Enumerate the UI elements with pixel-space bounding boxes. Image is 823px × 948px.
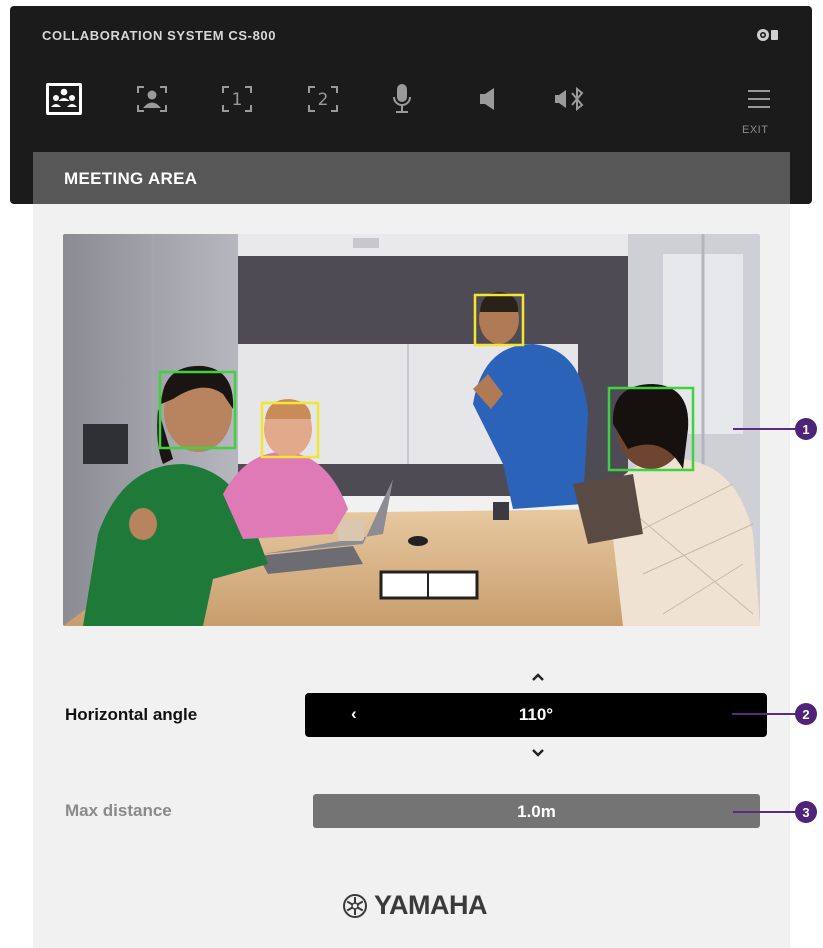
single-person-frame-icon xyxy=(137,86,167,112)
horizontal-angle-label: Horizontal angle xyxy=(65,705,198,724)
horizontal-angle-value: 110° xyxy=(518,705,554,724)
microphone-icon xyxy=(393,84,411,113)
callout-line-1 xyxy=(733,428,795,430)
frame-two-button[interactable]: 2 xyxy=(301,79,345,119)
horizontal-angle-selector[interactable]: ‹ 110° xyxy=(305,693,767,737)
panel-header: MEETING AREA xyxy=(33,152,790,204)
meeting-area-icon xyxy=(46,83,82,115)
callout-line-2 xyxy=(732,713,795,715)
callout-badge-2: 2 xyxy=(795,703,817,725)
meeting-area-button[interactable] xyxy=(42,79,86,119)
exit-label[interactable]: EXIT xyxy=(742,124,768,136)
frame-one-icon: 1 xyxy=(222,86,252,112)
frame-two-label: 2 xyxy=(318,90,329,110)
frame-two-icon: 2 xyxy=(308,86,338,112)
meeting-area-panel: MEETING AREA Horizontal angle ‹ 110° Max… xyxy=(33,152,790,948)
yamaha-emblem-icon xyxy=(343,893,367,918)
max-distance-value: 1.0m xyxy=(517,802,556,821)
callout-badge-1: 1 xyxy=(795,418,817,440)
camera-status-icon xyxy=(757,29,778,41)
camera-preview xyxy=(63,234,760,626)
speaker-icon xyxy=(480,88,494,110)
max-distance-selector[interactable]: 1.0m xyxy=(313,794,760,828)
panel-title: MEETING AREA xyxy=(64,169,198,188)
single-person-frame-button[interactable] xyxy=(130,79,174,119)
speaker-button[interactable] xyxy=(466,79,510,119)
microphone-button[interactable] xyxy=(380,79,424,119)
max-distance-label: Max distance xyxy=(65,801,172,820)
app-title: COLLABORATION SYSTEM CS-800 xyxy=(42,28,277,43)
callout-line-3 xyxy=(733,811,795,813)
frame-one-button[interactable]: 1 xyxy=(215,79,259,119)
bluetooth-speaker-button[interactable] xyxy=(548,79,592,119)
menu-icon xyxy=(748,90,770,108)
menu-button[interactable] xyxy=(737,79,781,119)
callout-badge-3: 3 xyxy=(795,801,817,823)
angle-down-chevron-icon[interactable] xyxy=(530,748,546,758)
bluetooth-speaker-icon xyxy=(555,86,584,112)
brand-logo: YAMAHA xyxy=(342,890,488,921)
angle-up-chevron-icon[interactable] xyxy=(530,672,546,682)
brand-name: YAMAHA xyxy=(374,890,488,920)
frame-one-label: 1 xyxy=(232,90,243,110)
